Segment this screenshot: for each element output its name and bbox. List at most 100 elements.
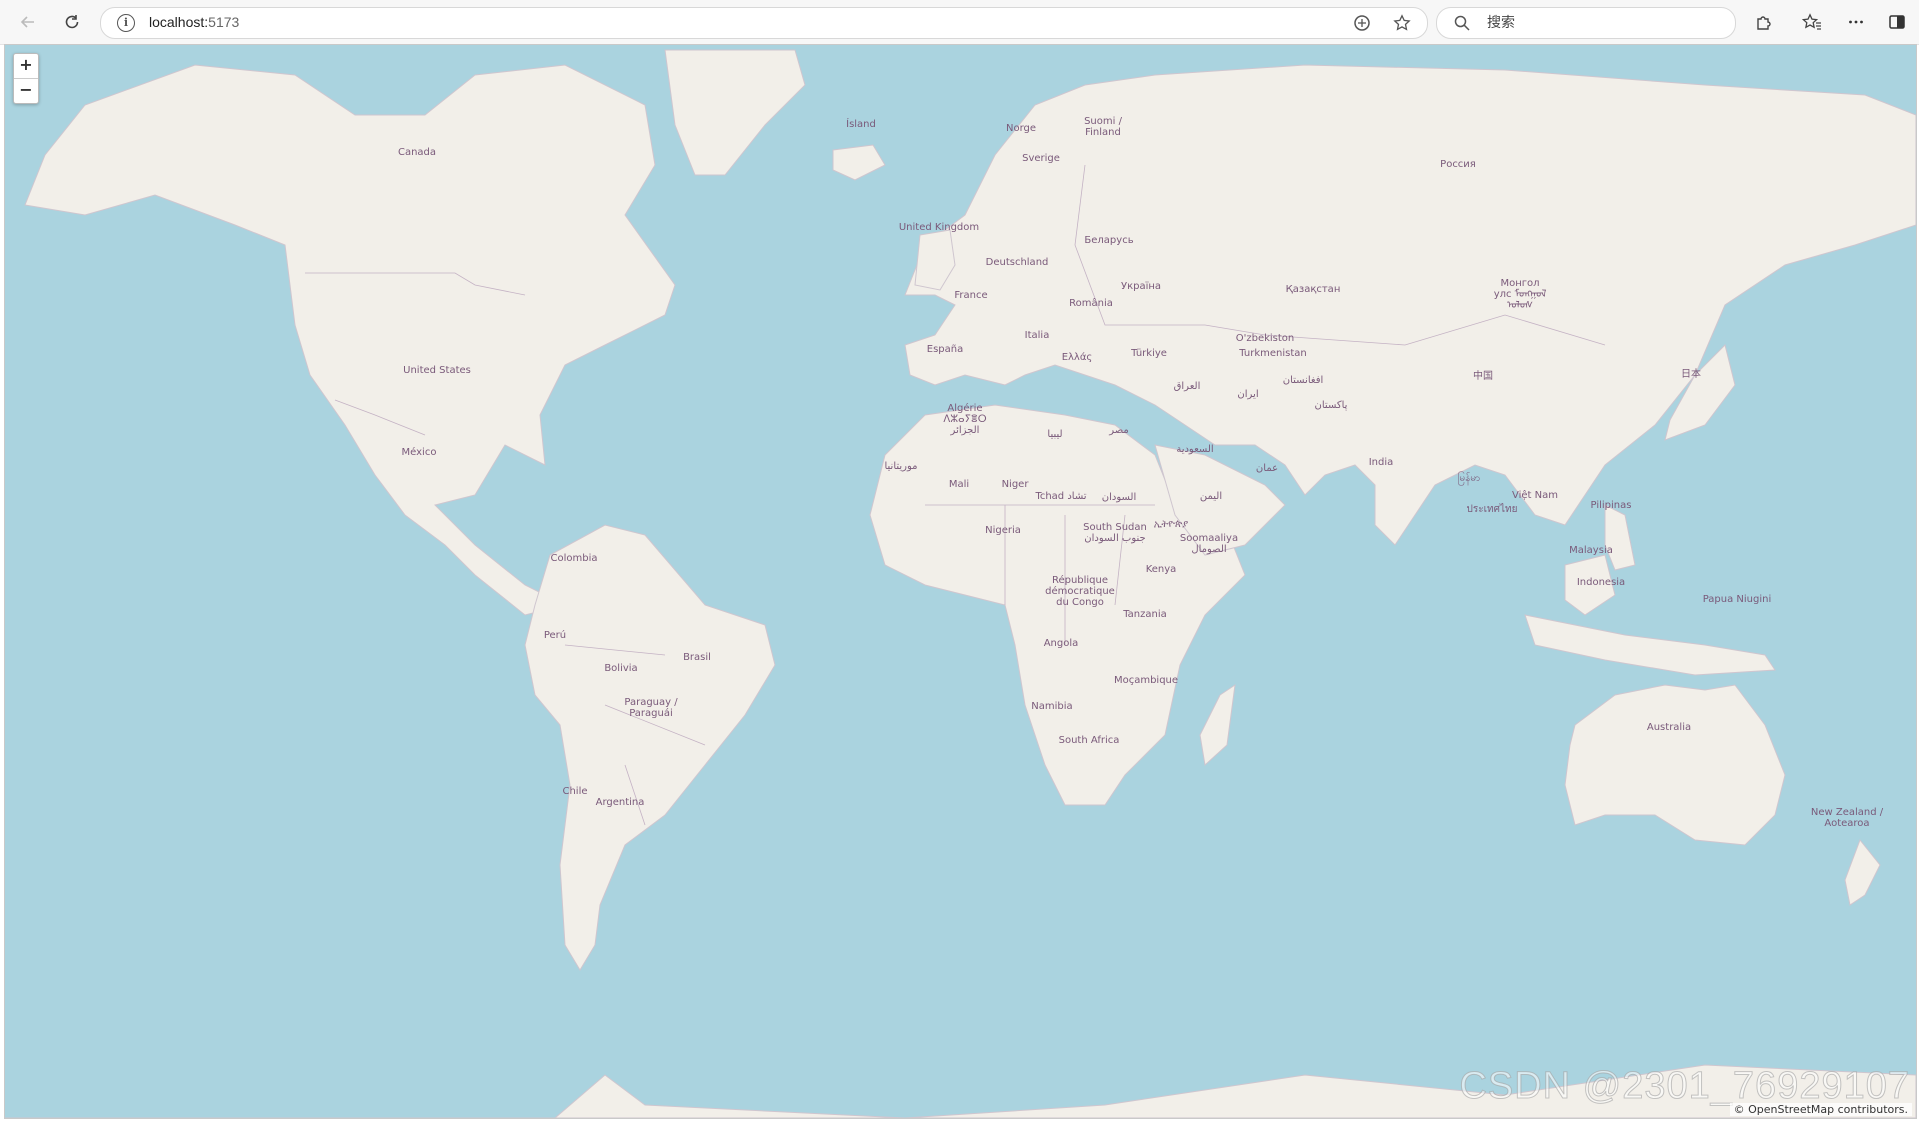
map-label: Suomi / Finland <box>1084 116 1122 138</box>
favorites-icon <box>1802 13 1821 30</box>
map-label: پاکستان <box>1314 400 1348 411</box>
south-america-landmass <box>524 524 776 971</box>
map-label: السودان <box>1101 492 1137 503</box>
map-label: Pilipinas <box>1590 500 1632 511</box>
info-icon[interactable]: i <box>117 14 135 32</box>
map-viewport[interactable]: + − Canada United States México Colombia… <box>4 44 1917 1119</box>
translate-icon <box>1354 15 1370 31</box>
refresh-button[interactable] <box>60 10 84 34</box>
map-label: España <box>926 344 964 355</box>
greenland-landmass <box>664 49 806 176</box>
map-label: New Zealand / Aotearoa <box>1810 807 1884 829</box>
map-label: Indonesia <box>1576 577 1626 588</box>
search-icon <box>1454 15 1470 31</box>
world-map[interactable] <box>5 45 1916 1118</box>
map-label: Nigeria <box>985 525 1021 536</box>
map-label: Україна <box>1120 281 1162 292</box>
more-icon <box>1849 20 1863 24</box>
map-label: Niger <box>1001 479 1029 490</box>
zoom-in-button[interactable]: + <box>14 54 38 78</box>
url-text[interactable]: localhost:5173 <box>149 14 239 30</box>
map-label: ኢትዮጵያ <box>1153 519 1189 530</box>
map-label: Soomaaliya الصومال <box>1179 533 1239 555</box>
more-button[interactable] <box>1843 10 1869 34</box>
map-attribution[interactable]: © OpenStreetMap contributors. <box>1729 1103 1912 1116</box>
map-label: South Sudan جنوب السودان <box>1083 522 1147 544</box>
map-label: Brasil <box>683 652 711 663</box>
map-label: موريتانيا <box>884 461 918 472</box>
australia-landmass <box>1564 684 1786 846</box>
map-label: Mali <box>948 479 970 490</box>
map-label: Tanzania <box>1123 609 1167 620</box>
map-label: Kenya <box>1145 564 1177 575</box>
philippines-landmass <box>1604 504 1636 571</box>
map-label: Chile <box>562 786 588 797</box>
map-label: Россия <box>1440 159 1476 170</box>
url-host: localhost: <box>149 14 209 30</box>
zoom-control: + − <box>13 53 39 104</box>
back-button[interactable] <box>16 10 40 34</box>
split-screen-button[interactable] <box>1884 10 1910 34</box>
split-screen-icon <box>1889 15 1905 29</box>
iceland-landmass <box>832 144 886 181</box>
url-port: 5173 <box>208 14 240 30</box>
map-label: Australia <box>1646 722 1692 733</box>
map-label: Moçambique <box>1113 675 1179 686</box>
map-label: Việt Nam <box>1511 490 1559 501</box>
map-label: Беларусь <box>1084 235 1134 246</box>
star-icon <box>1393 14 1411 31</box>
map-label: السعودية <box>1176 444 1214 455</box>
map-label: México <box>401 447 437 458</box>
map-label: Papua Niugini <box>1702 594 1772 605</box>
madagascar-landmass <box>1199 683 1236 766</box>
browser-toolbar: i localhost:5173 <box>0 0 1919 45</box>
map-label: افغانستان <box>1282 375 1324 386</box>
map-label: اليمن <box>1199 491 1223 502</box>
map-label: عمان <box>1255 463 1279 474</box>
north-america-landmass <box>24 64 676 616</box>
search-box[interactable] <box>1436 7 1736 39</box>
map-label: France <box>954 290 988 301</box>
search-input[interactable] <box>1485 12 1709 34</box>
map-label: Perú <box>543 630 567 641</box>
map-label: ایران <box>1237 389 1259 400</box>
map-label: Turkmenistan <box>1239 348 1307 359</box>
map-label: United Kingdom <box>898 222 980 233</box>
map-label: مصر <box>1109 425 1129 436</box>
zoom-out-button[interactable]: − <box>14 78 38 103</box>
indonesia-landmass <box>1524 614 1776 676</box>
map-label: Norge <box>1005 123 1037 134</box>
map-label: Canada <box>397 147 437 158</box>
map-label: Ísland <box>846 119 876 130</box>
map-label: Sverige <box>1022 153 1060 164</box>
puzzle-icon <box>1757 16 1771 30</box>
watermark: CSDN @2301_76929107 <box>1459 1065 1910 1108</box>
map-label: Angola <box>1043 638 1079 649</box>
extensions-button[interactable] <box>1751 10 1777 34</box>
map-label: ประเทศไทย <box>1466 504 1518 515</box>
map-label: 日本 <box>1681 369 1701 380</box>
map-label: العراق <box>1173 381 1201 392</box>
map-label: Türkiye <box>1131 348 1167 359</box>
map-label: South Africa <box>1058 735 1120 746</box>
map-label: Deutschland <box>985 257 1049 268</box>
map-label: Namibia <box>1031 701 1073 712</box>
map-label: India <box>1368 457 1394 468</box>
map-label: မြန်မာ <box>1457 473 1481 484</box>
map-label: 中国 <box>1473 371 1493 382</box>
arrow-left-icon <box>20 16 34 28</box>
map-label: România <box>1069 298 1113 309</box>
map-label: Italia <box>1024 330 1050 341</box>
map-label: Paraguay / Paraguái <box>624 697 678 719</box>
map-label: Монгол улс ᠮᠣᠩᠭᠣᠯ ᠤᠯᠤᠰ <box>1493 278 1547 311</box>
translate-button[interactable] <box>1351 12 1373 34</box>
favorites-button[interactable] <box>1799 10 1825 34</box>
map-label: United States <box>403 365 471 376</box>
map-label: Malaysia <box>1569 545 1613 556</box>
new-zealand-landmass <box>1844 839 1881 906</box>
map-label: Tchad تشاد <box>1035 491 1087 502</box>
favorite-button[interactable] <box>1391 12 1413 34</box>
map-label: O'zbekiston <box>1235 333 1295 344</box>
address-bar[interactable]: i localhost:5173 <box>100 7 1428 39</box>
map-label: Ελλάς <box>1061 352 1093 363</box>
